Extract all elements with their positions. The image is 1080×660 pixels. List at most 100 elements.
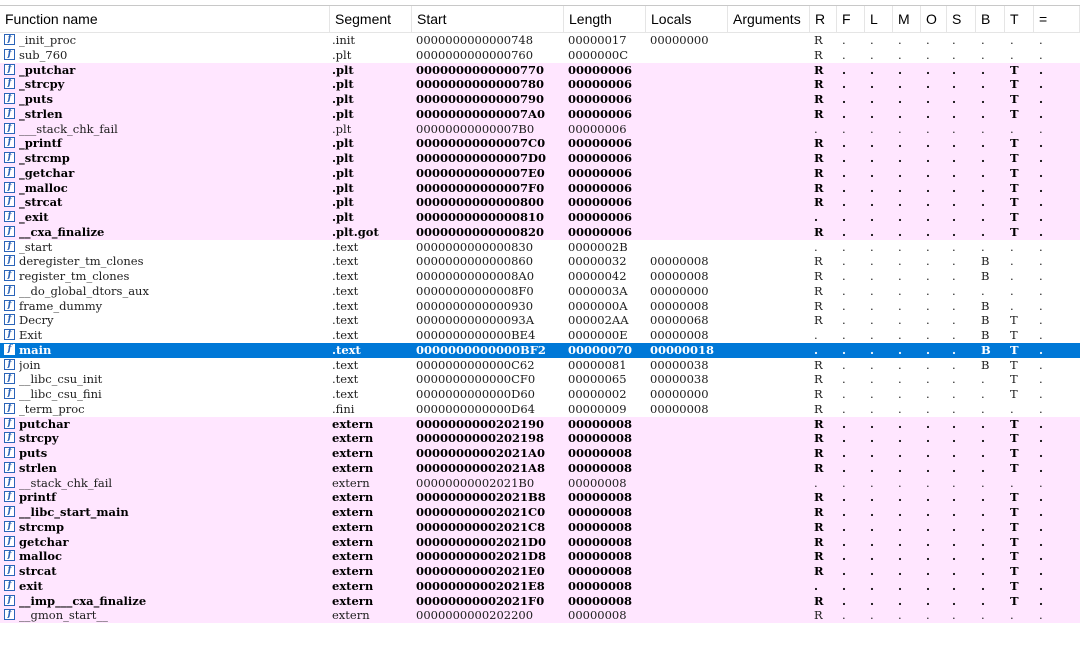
table-row[interactable]: f _malloc .plt 00000000000007F0 00000006 R...… bbox=[0, 180, 1080, 196]
table-row[interactable]: f _strcpy .plt 0000000000000780 00000006 R...… bbox=[0, 77, 1080, 92]
table-row[interactable]: f getchar extern 00000000002021D0 00000008 R.… bbox=[0, 534, 1080, 550]
table-row[interactable]: f strcpy extern 0000000000202198 00000008 R..… bbox=[0, 431, 1080, 446]
function-icon: f bbox=[4, 432, 15, 444]
table-row[interactable]: f _getchar .plt 00000000000007E0 00000006 R..… bbox=[0, 165, 1080, 181]
cell-arguments bbox=[732, 476, 810, 491]
cell-t: . bbox=[1010, 269, 1014, 283]
column-header-m[interactable]: M bbox=[893, 6, 921, 32]
table-row[interactable]: f strcat extern 00000000002021E0 00000008 R..… bbox=[0, 564, 1080, 579]
table-row[interactable]: f _start .text 0000000000000830 0000002B....… bbox=[0, 240, 1080, 255]
cell-s: . bbox=[952, 505, 957, 519]
cell-length: 00000008 bbox=[568, 549, 633, 564]
column-header-locals[interactable]: Locals bbox=[646, 6, 728, 32]
table-row[interactable]: f _printf .plt 00000000000007C0 00000006 R...… bbox=[0, 136, 1080, 151]
cell-m: . bbox=[898, 608, 902, 623]
table-row[interactable]: f strlen extern 00000000002021A8 00000008 R..… bbox=[0, 460, 1080, 476]
cell-o: . bbox=[926, 254, 930, 269]
table-row[interactable]: f _term_proc .fini 0000000000000D64 00000009… bbox=[0, 402, 1080, 417]
table-row[interactable]: f _strlen .plt 00000000000007A0 00000006 R...… bbox=[0, 106, 1080, 122]
table-row[interactable]: f printf extern 00000000002021B8 00000008 R..… bbox=[0, 490, 1080, 505]
table-row[interactable]: f __libc_csu_fini .text 0000000000000D60 000… bbox=[0, 387, 1080, 402]
cell-name: _printf bbox=[19, 136, 62, 151]
cell-equals: . bbox=[1039, 121, 1043, 136]
column-header-segment[interactable]: Segment bbox=[330, 6, 412, 32]
table-row[interactable]: f _strcmp .plt 00000000000007D0 00000006 R...… bbox=[0, 151, 1080, 166]
table-row[interactable]: f __libc_start_main extern 00000000002021C0… bbox=[0, 505, 1080, 520]
cell-length: 00000006 bbox=[568, 180, 633, 195]
table-row[interactable]: f ___stack_chk_fail .plt 00000000000007B0 00… bbox=[0, 121, 1080, 137]
table-row[interactable]: f __imp___cxa_finalize extern 0000000000202… bbox=[0, 593, 1080, 609]
column-header-r[interactable]: R bbox=[810, 6, 837, 32]
column-header-l[interactable]: L bbox=[865, 6, 893, 32]
cell-start: 00000000002021E0 bbox=[416, 564, 545, 578]
table-row[interactable]: f deregister_tm_clones .text 00000000000008… bbox=[0, 254, 1080, 269]
cell-b: . bbox=[981, 180, 986, 195]
cell-length: 00000008 bbox=[568, 534, 633, 549]
column-header-start[interactable]: Start bbox=[412, 6, 564, 32]
cell-s: . bbox=[952, 165, 957, 180]
table-row[interactable]: f join .text 0000000000000C62 00000081 000000… bbox=[0, 358, 1080, 373]
table-row[interactable]: f __gmon_start__ extern 0000000000202200 000… bbox=[0, 608, 1080, 623]
table-row[interactable]: f _putchar .plt 0000000000000770 00000006 R..… bbox=[0, 62, 1080, 78]
cell-name: __libc_csu_init bbox=[19, 372, 103, 387]
cell-t: T bbox=[1010, 92, 1019, 106]
table-row[interactable]: f putchar extern 0000000000202190 00000008 R.… bbox=[0, 416, 1080, 432]
cell-r: R bbox=[814, 519, 824, 534]
cell-s: . bbox=[952, 151, 957, 165]
column-header-name[interactable]: Function name bbox=[0, 6, 330, 32]
function-icon: f bbox=[4, 270, 15, 281]
cell-l: . bbox=[870, 372, 874, 387]
cell-equals: . bbox=[1039, 224, 1044, 239]
cell-name: __gmon_start__ bbox=[19, 608, 108, 623]
cell-m: . bbox=[898, 77, 903, 92]
table-row[interactable]: f sub_760 .plt 0000000000000760 0000000C R...… bbox=[0, 48, 1080, 63]
table-row-selected[interactable]: f main .text 0000000000000BF2 00000070 000000… bbox=[0, 342, 1080, 358]
table-row[interactable]: f exit extern 00000000002021E8 00000008.....… bbox=[0, 578, 1080, 594]
cell-equals: . bbox=[1039, 401, 1043, 416]
table-row[interactable]: f Exit .text 0000000000000BE4 0000000E 000000… bbox=[0, 328, 1080, 343]
cell-l: . bbox=[870, 313, 874, 328]
cell-length: 00000006 bbox=[568, 92, 633, 106]
column-header-s[interactable]: S bbox=[947, 6, 976, 32]
table-row[interactable]: f _strcat .plt 0000000000000800 00000006 R...… bbox=[0, 195, 1080, 210]
cell-locals: 00000000 bbox=[650, 283, 709, 298]
table-row[interactable]: f _exit .plt 0000000000000810 00000006......… bbox=[0, 210, 1080, 225]
table-row[interactable]: f __stack_chk_fail extern 00000000002021B0 0… bbox=[0, 475, 1080, 491]
column-header-length[interactable]: Length bbox=[564, 6, 646, 32]
cell-locals bbox=[650, 490, 728, 505]
cell-segment: extern bbox=[332, 549, 374, 564]
column-header-arguments[interactable]: Arguments bbox=[728, 6, 810, 32]
cell-o: . bbox=[926, 505, 931, 519]
table-row[interactable]: f strcmp extern 00000000002021C8 00000008 R..… bbox=[0, 519, 1080, 535]
table-row[interactable]: f _init_proc .init 0000000000000748 00000017… bbox=[0, 33, 1080, 48]
cell-m: . bbox=[898, 106, 903, 121]
cell-locals bbox=[650, 107, 728, 122]
cell-l: . bbox=[870, 269, 874, 283]
cell-m: . bbox=[898, 534, 903, 549]
cell-o: . bbox=[926, 195, 931, 210]
table-row[interactable]: f _puts .plt 0000000000000790 00000006 R.....… bbox=[0, 92, 1080, 107]
cell-start: 0000000000000790 bbox=[416, 92, 545, 106]
cell-arguments bbox=[732, 269, 810, 284]
cell-segment: extern bbox=[332, 505, 374, 519]
column-header-b[interactable]: B bbox=[976, 6, 1005, 32]
cell-arguments bbox=[732, 48, 810, 63]
table-row[interactable]: f Decry .text 000000000000093A 000002AA 00000… bbox=[0, 313, 1080, 328]
table-row[interactable]: f __cxa_finalize .plt.got 0000000000000820 0… bbox=[0, 224, 1080, 240]
column-header-o[interactable]: O bbox=[921, 6, 947, 32]
table-row[interactable]: f __do_global_dtors_aux .text 0000000000000… bbox=[0, 284, 1080, 299]
column-header-t[interactable]: T bbox=[1005, 6, 1034, 32]
cell-equals: . bbox=[1039, 269, 1043, 283]
cell-name: strcpy bbox=[19, 431, 59, 446]
table-row[interactable]: f puts extern 00000000002021A0 00000008 R....… bbox=[0, 446, 1080, 461]
table-row[interactable]: f __libc_csu_init .text 0000000000000CF0 000… bbox=[0, 372, 1080, 387]
cell-arguments bbox=[732, 417, 810, 432]
table-row[interactable]: f malloc extern 00000000002021D8 00000008 R..… bbox=[0, 549, 1080, 564]
cell-start: 00000000000007A0 bbox=[416, 106, 545, 121]
column-header-equals[interactable]: = bbox=[1034, 6, 1080, 32]
table-row[interactable]: f register_tm_clones .text 00000000000008A0… bbox=[0, 269, 1080, 284]
cell-arguments bbox=[732, 431, 810, 446]
table-row[interactable]: f frame_dummy .text 0000000000000930 0000000… bbox=[0, 299, 1080, 314]
cell-start: 0000000000000810 bbox=[416, 210, 545, 224]
column-header-f[interactable]: F bbox=[837, 6, 865, 32]
